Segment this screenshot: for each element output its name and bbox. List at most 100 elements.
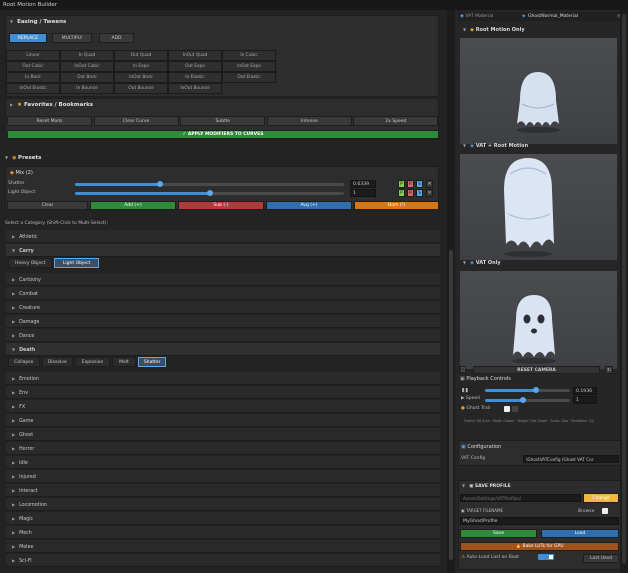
shatter-slider[interactable]: [75, 183, 344, 186]
solo-button-2[interactable]: S: [416, 189, 423, 197]
shatter-value-field[interactable]: 0.6339: [350, 180, 376, 188]
last-used-button[interactable]: Last Used: [583, 554, 619, 563]
browse-checkbox[interactable]: [602, 508, 608, 514]
collapse-triangle-icon[interactable]: ▶: [12, 418, 15, 423]
category-row[interactable]: ▶ Game: [6, 414, 440, 427]
preview-viewport-vat-root[interactable]: [460, 154, 617, 260]
collapse-triangle-icon[interactable]: ▶: [12, 432, 15, 437]
close-icon[interactable]: ✕: [426, 189, 433, 197]
category-row[interactable]: ▶ Dance: [6, 329, 440, 342]
collapse-triangle-icon[interactable]: ▶: [12, 446, 15, 451]
easing-button[interactable]: Out Cubic: [6, 61, 60, 72]
preview-viewport-root[interactable]: [460, 38, 617, 144]
right-scrollbar[interactable]: [620, 10, 628, 573]
frame-icon[interactable]: ⛶: [460, 366, 466, 373]
subcategory-tab[interactable]: Collapse: [8, 357, 40, 367]
clear-mix-button[interactable]: Clear: [7, 201, 88, 210]
easing-button[interactable]: InOut Back: [114, 72, 168, 83]
easing-button[interactable]: InOut Cubic: [60, 61, 114, 72]
subcategory-tab[interactable]: Light Object: [54, 258, 99, 268]
profile-path-field[interactable]: Assets/Settings/VATProfiles/: [460, 494, 581, 502]
category-row[interactable]: ▼ Death: [6, 343, 440, 356]
easing-button[interactable]: InOut Bounce: [168, 83, 222, 94]
collapse-triangle-icon[interactable]: ▶: [12, 502, 15, 507]
easing-button[interactable]: In Quad: [60, 50, 114, 61]
easing-button[interactable]: In Expo: [114, 61, 168, 72]
collapse-triangle-icon[interactable]: ▶: [12, 277, 15, 282]
expand-triangle-icon[interactable]: ▼: [462, 483, 465, 488]
expand-triangle-icon[interactable]: ▼: [5, 155, 8, 160]
collapse-triangle-icon[interactable]: ▶: [12, 516, 15, 521]
category-row[interactable]: ▶ Idle: [6, 456, 440, 469]
category-row[interactable]: ▶ Damage: [6, 315, 440, 328]
dom-mix-button[interactable]: Dom (!): [354, 201, 439, 210]
collapse-triangle-icon[interactable]: ▶: [12, 390, 15, 395]
expand-triangle-icon[interactable]: ▼: [463, 143, 466, 148]
expand-triangle-icon[interactable]: ▼: [463, 260, 466, 265]
shatter-slider-knob[interactable]: [157, 181, 164, 187]
collapse-triangle-icon[interactable]: ▶: [12, 333, 15, 338]
speed-slider[interactable]: [485, 399, 570, 402]
replace-mode-button[interactable]: REPLACE: [9, 33, 47, 43]
reset-camera-button[interactable]: RESET CAMERA: [473, 366, 600, 374]
collapse-triangle-icon[interactable]: ▶: [12, 544, 15, 549]
collapse-triangle-icon[interactable]: ▶: [10, 102, 13, 107]
collapse-triangle-icon[interactable]: ▶: [12, 530, 15, 535]
favorite-button[interactable]: Clear Curve: [93, 116, 179, 126]
favorite-button[interactable]: 2x Speed: [353, 116, 439, 126]
remove-button-1[interactable]: R: [407, 180, 414, 188]
collapse-triangle-icon[interactable]: ▶: [12, 488, 15, 493]
favorite-button[interactable]: Subtle: [180, 116, 266, 126]
multiply-mode-button[interactable]: MULTIPLY: [52, 33, 92, 43]
pin-button-2[interactable]: P: [398, 189, 405, 197]
light-object-slider-knob[interactable]: [206, 190, 213, 196]
easing-button[interactable]: Out Bounce: [114, 83, 168, 94]
expand-triangle-icon[interactable]: ▼: [10, 19, 13, 24]
expand-triangle-icon[interactable]: ▼: [12, 347, 15, 352]
subcategory-tab[interactable]: Explosion: [75, 357, 110, 367]
add-mode-button[interactable]: ADD: [99, 33, 134, 43]
easing-button[interactable]: InOut Quad: [168, 50, 222, 61]
close-icon[interactable]: ✕: [426, 180, 433, 188]
collapse-triangle-icon[interactable]: ▶: [12, 291, 15, 296]
category-row[interactable]: ▶ Magic: [6, 512, 440, 525]
add-mix-button[interactable]: Add (+): [90, 201, 176, 210]
expand-triangle-icon[interactable]: ▼: [463, 27, 466, 32]
refresh-icon[interactable]: ↻: [605, 366, 613, 374]
category-row[interactable]: ▶ Creature: [6, 301, 440, 314]
expand-triangle-icon[interactable]: ▼: [12, 248, 15, 253]
category-row[interactable]: ▶ Cartoony: [6, 273, 440, 286]
load-button[interactable]: Load: [541, 529, 619, 538]
pause-icon[interactable]: ❚❚: [461, 387, 469, 394]
subcategory-tab[interactable]: Shatter: [138, 357, 167, 367]
solo-button-1[interactable]: S: [416, 180, 423, 188]
collapse-triangle-icon[interactable]: ▶: [12, 234, 15, 239]
category-row[interactable]: ▶ Ghost: [6, 428, 440, 441]
collapse-triangle-icon[interactable]: ▶: [12, 558, 15, 563]
bake-luts-button[interactable]: 🔥 Bake LUTs for GPU: [460, 542, 619, 551]
category-row[interactable]: ▶ Injured: [6, 470, 440, 483]
category-row[interactable]: ▼ Carry: [6, 244, 440, 257]
ghost-trail-checkbox[interactable]: [504, 406, 510, 412]
collapse-triangle-icon[interactable]: ▶: [12, 305, 15, 310]
category-row[interactable]: ▶ FX: [6, 400, 440, 413]
subcategory-tab[interactable]: Dissolve: [41, 357, 74, 367]
easing-button[interactable]: Linear: [6, 50, 60, 61]
sub-mix-button[interactable]: Sub (-): [178, 201, 264, 210]
easing-button[interactable]: Out Quad: [114, 50, 168, 61]
category-row[interactable]: ▶ Interact: [6, 484, 440, 497]
easing-button[interactable]: InOut Elastic: [6, 83, 60, 94]
ghost-trail-color[interactable]: [512, 406, 518, 412]
left-scrollbar[interactable]: [447, 10, 455, 573]
category-row[interactable]: ▶ Emotion: [6, 372, 440, 385]
autoload-toggle[interactable]: [538, 554, 554, 560]
category-row[interactable]: ▶ Mech: [6, 526, 440, 539]
category-row[interactable]: ▶ Combat: [6, 287, 440, 300]
speed-slider-knob[interactable]: [520, 397, 527, 403]
favorite-button[interactable]: Intense: [266, 116, 352, 126]
easing-button[interactable]: In Cubic: [222, 50, 276, 61]
easing-button[interactable]: In Elastic: [168, 72, 222, 83]
time-slider-knob[interactable]: [533, 387, 539, 393]
pin-button-1[interactable]: P: [398, 180, 405, 188]
easing-button[interactable]: In Back: [6, 72, 60, 83]
